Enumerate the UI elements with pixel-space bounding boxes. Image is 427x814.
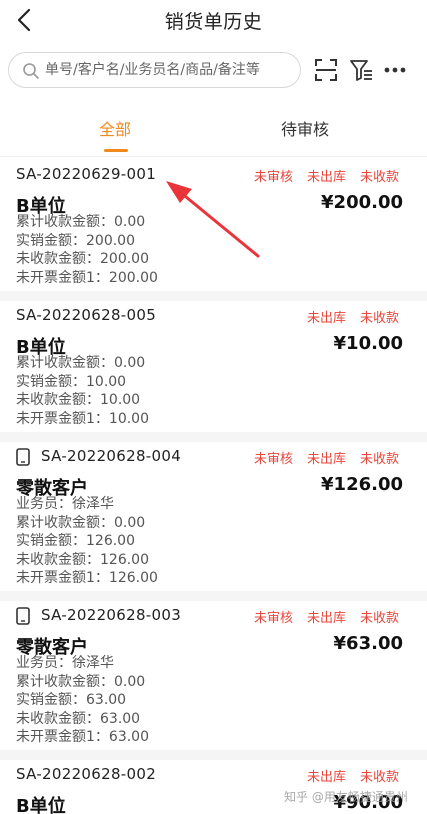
status-badge: 未收款 [359, 611, 399, 626]
status-tags: 未审核 未出库 未收款 [240, 607, 399, 626]
detail-line: 实销金额：10.00 [16, 374, 127, 390]
status-badge: 未出库 [306, 611, 346, 626]
order-number: SA-20220628-003 [41, 606, 182, 624]
active-tab-indicator [104, 149, 128, 152]
search-toolbar [0, 52, 427, 90]
order-item[interactable]: SA-20220629-001 未审核 未出库 未收款 B单位 ¥200.00 累计… [0, 165, 427, 293]
detail-line: 未收款金额：10.00 [16, 392, 141, 408]
status-badge: 未出库 [306, 311, 346, 326]
order-number: SA-20220628-002 [16, 765, 157, 783]
detail-line: 业务员：徐泽华 [16, 496, 114, 512]
order-amount: ¥63.00 [333, 633, 403, 654]
order-number: SA-20220628-005 [16, 306, 157, 324]
status-badge: 未收款 [359, 452, 399, 467]
order-amount: ¥10.00 [333, 333, 403, 354]
divider [0, 432, 427, 442]
detail-line: 实销金额：63.00 [16, 692, 127, 708]
search-box[interactable] [8, 52, 301, 88]
status-tags: 未审核 未出库 未收款 [240, 448, 399, 467]
watermark: 知乎 @用友畅捷通贵州 [284, 790, 408, 804]
status-badge: 未审核 [253, 611, 293, 626]
order-item[interactable]: SA-20220628-003 未审核 未出库 未收款 零散客户 ¥63.00 业务… [0, 606, 427, 748]
status-tags: 未出库 未收款 [293, 307, 399, 326]
order-number: SA-20220629-001 [16, 165, 157, 183]
detail-line: 累计收款金额：0.00 [16, 214, 146, 230]
status-badge: 未审核 [253, 452, 293, 467]
detail-line: 未收款金额：200.00 [16, 251, 149, 267]
detail-line: 未收款金额：126.00 [16, 552, 149, 568]
detail-line: 未开票金额1：200.00 [16, 270, 158, 286]
scan-icon[interactable] [312, 56, 340, 84]
tab-pending-review[interactable]: 待审核 [235, 116, 375, 140]
order-number: SA-20220628-004 [41, 447, 182, 465]
detail-line: 累计收款金额：0.00 [16, 515, 146, 531]
order-item[interactable]: SA-20220628-004 未审核 未出库 未收款 零散客户 ¥126.00 业… [0, 447, 427, 589]
divider [0, 750, 427, 760]
divider [0, 291, 427, 301]
order-amount: ¥200.00 [321, 192, 403, 213]
more-icon[interactable] [381, 56, 409, 84]
status-tags: 未审核 未出库 未收款 [240, 166, 399, 185]
detail-line: 业务员：徐泽华 [16, 655, 114, 671]
detail-line: 累计收款金额：0.00 [16, 674, 146, 690]
customer-name: B单位 [16, 796, 66, 814]
divider [0, 591, 427, 601]
mobile-phone-icon [16, 448, 30, 466]
order-item[interactable]: SA-20220628-005 未出库 未收款 B单位 ¥10.00 累计收款金额… [0, 306, 427, 432]
detail-line: 未开票金额1：126.00 [16, 570, 158, 586]
detail-line: 实销金额：200.00 [16, 233, 135, 249]
detail-line: 累计收款金额：0.00 [16, 355, 146, 371]
page-title: 销货单历史 [164, 11, 263, 33]
status-badge: 未收款 [359, 311, 399, 326]
divider [0, 156, 427, 157]
detail-line: 未开票金额1：63.00 [16, 729, 149, 745]
status-badge: 未出库 [306, 452, 346, 467]
order-amount: ¥126.00 [321, 474, 403, 495]
status-tags: 未出库 未收款 [293, 766, 399, 785]
tab-all[interactable]: 全部 [45, 116, 185, 140]
search-icon [23, 63, 39, 79]
status-badge: 未出库 [306, 170, 346, 185]
mobile-phone-icon [16, 607, 30, 625]
search-input[interactable] [45, 53, 295, 87]
status-badge: 未收款 [359, 770, 399, 785]
detail-line: 未收款金额：63.00 [16, 711, 141, 727]
filter-icon[interactable] [347, 56, 375, 84]
tab-bar: 全部 待审核 [0, 100, 427, 156]
detail-line: 未开票金额1：10.00 [16, 411, 149, 427]
status-badge: 未出库 [306, 770, 346, 785]
header: 销货单历史 [0, 0, 427, 40]
status-badge: 未审核 [253, 170, 293, 185]
status-badge: 未收款 [359, 170, 399, 185]
detail-line: 实销金额：126.00 [16, 533, 135, 549]
